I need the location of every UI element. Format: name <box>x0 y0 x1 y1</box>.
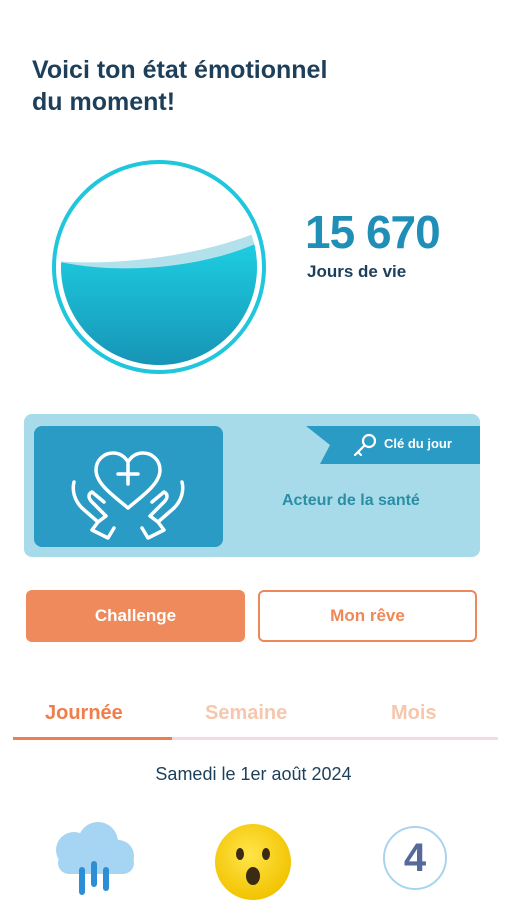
page-title-line-2: du moment! <box>32 88 176 116</box>
tab-underline-active <box>13 737 172 740</box>
heart-plus-hands-icon <box>71 451 185 540</box>
page-title: Voici ton état émotionnel du moment! <box>32 54 412 118</box>
challenge-button[interactable]: Challenge <box>26 590 245 642</box>
key-of-day-card[interactable]: Clé du jour Acteur de la santé <box>24 414 480 557</box>
surprised-face-icon[interactable] <box>212 820 294 900</box>
tab-mois[interactable]: Mois <box>391 702 437 725</box>
days-lived-label: Jours de vie <box>307 262 407 281</box>
tab-journee[interactable]: Journée <box>45 702 123 725</box>
dream-button[interactable]: Mon rêve <box>258 590 477 642</box>
period-tabs: Journée Semaine Mois <box>13 700 498 742</box>
page-title-line-1: Voici ton état émotionnel <box>32 56 328 84</box>
days-lived-value: 15 670 <box>305 206 441 258</box>
mood-gauge <box>50 158 268 376</box>
level-badge[interactable]: 4 <box>383 826 447 890</box>
tab-semaine[interactable]: Semaine <box>205 702 287 725</box>
rain-cloud-icon[interactable] <box>48 822 140 900</box>
key-ribbon-label: Clé du jour <box>384 436 452 451</box>
key-of-day-value: Acteur de la santé <box>282 492 420 509</box>
key-card-icon-box <box>34 426 223 547</box>
current-date: Samedi le 1er août 2024 <box>155 764 352 784</box>
